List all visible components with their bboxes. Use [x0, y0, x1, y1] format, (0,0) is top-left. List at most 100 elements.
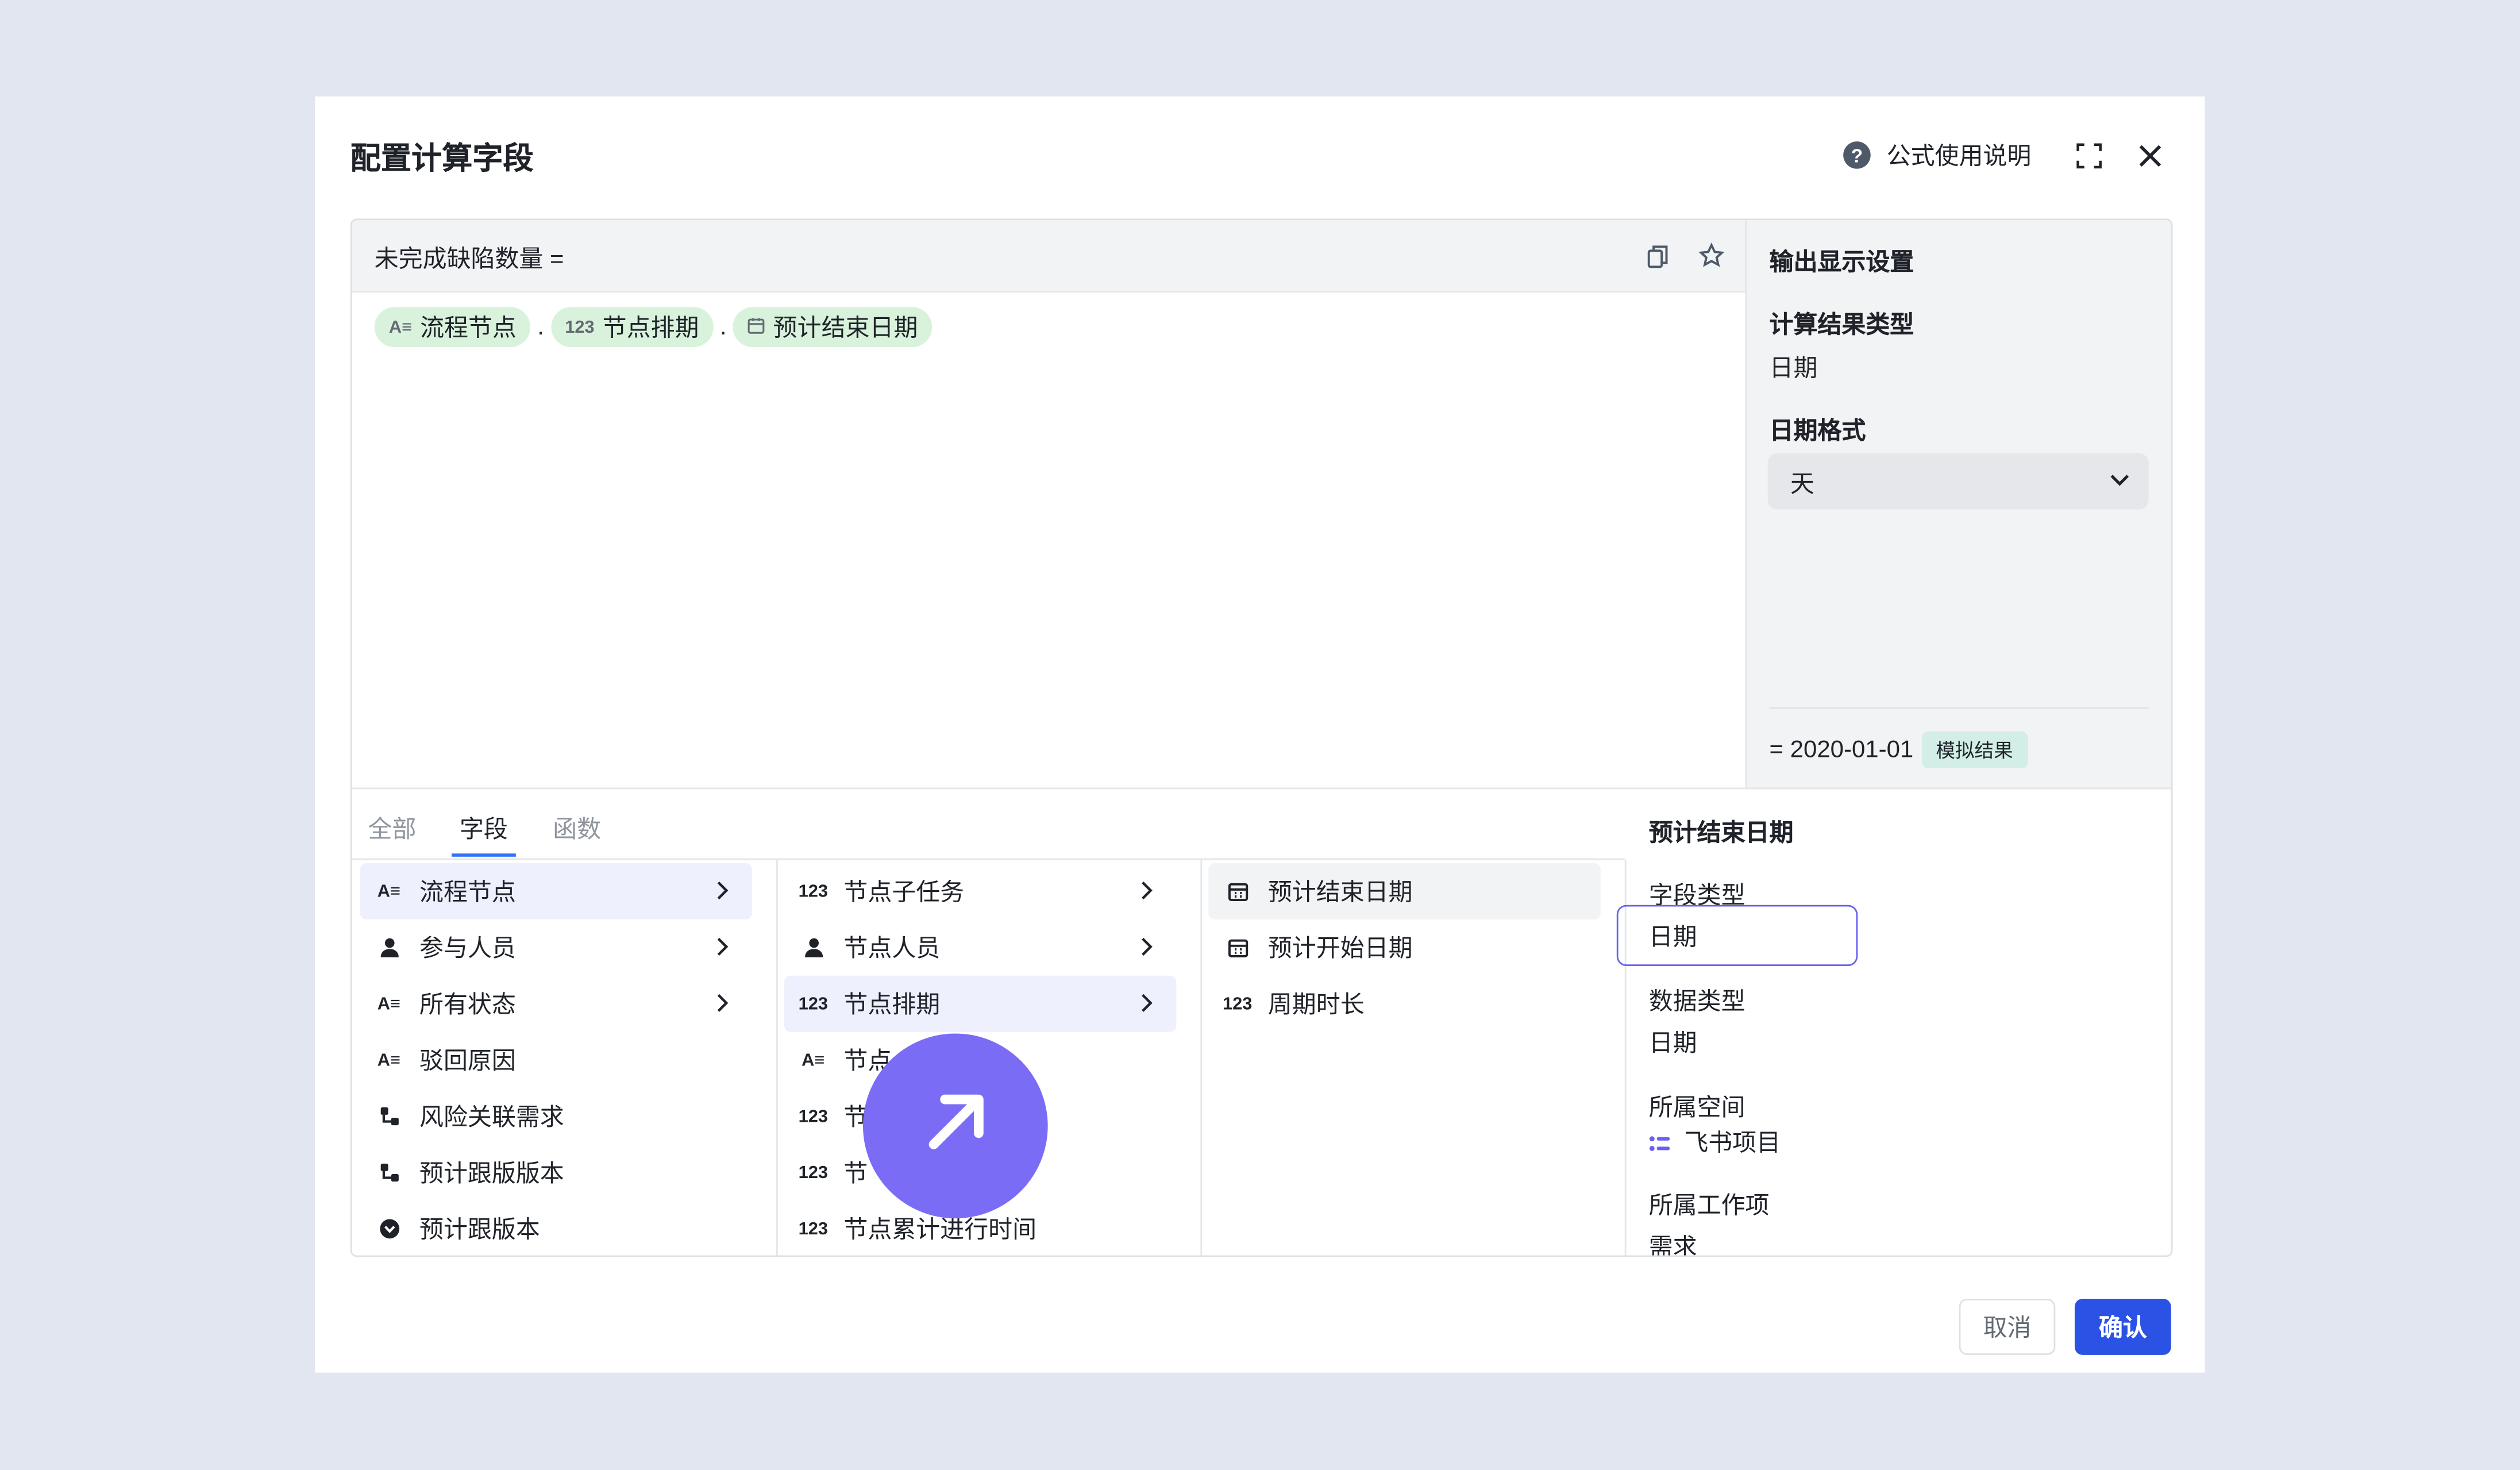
list-item[interactable]: 123 周期时长: [1208, 976, 1600, 1032]
person-icon: [800, 937, 826, 958]
field-column-3: 预计结束日期 预计开始日期 123 周期时长: [1200, 860, 1627, 1256]
date-format-select[interactable]: 天: [1767, 453, 2149, 510]
list-item-label: 预计结束日期: [1267, 879, 1413, 907]
space-value-row: 飞书项目: [1649, 1125, 1781, 1159]
chevron-right-icon: [1135, 936, 1157, 966]
list-item[interactable]: A≡ 所有状态: [360, 976, 752, 1032]
list-item-label: 风险关联需求: [419, 1104, 564, 1132]
result-type-value: 日期: [1769, 355, 1818, 383]
list-item[interactable]: 预计开始日期: [1208, 919, 1600, 976]
dialog-header-actions: ? 公式使用说明: [1843, 138, 2166, 172]
list-item-label: 所有状态: [419, 991, 516, 1019]
token-separator: .: [537, 313, 544, 341]
text-field-icon: A≡: [377, 1050, 400, 1070]
field-info-panel: 预计结束日期 字段类型 日期 数据类型 日期 所属空间 飞书项目 所属工作项 需…: [1616, 789, 2171, 1257]
list-item[interactable]: 参与人员: [360, 919, 752, 976]
work-item-value: 需求: [1648, 1234, 1697, 1257]
token-label: 预计结束日期: [773, 315, 918, 343]
date-format-label: 日期格式: [1769, 418, 1866, 445]
token-label: 节点排期: [602, 315, 699, 343]
field-type-value: 日期: [1648, 924, 1697, 952]
output-settings-title: 输出显示设置: [1769, 249, 1914, 277]
result-value: = 2020-01-01: [1769, 736, 1914, 764]
output-settings-panel: 输出显示设置 计算结果类型 日期 日期格式 天 = 2020-01-01 模拟结…: [1745, 220, 2171, 790]
list-item-label: 参与人员: [419, 935, 516, 963]
formula-name: 未完成缺陷数量 =: [374, 245, 564, 274]
chevron-right-icon: [1135, 992, 1157, 1022]
chevron-right-icon: [1135, 879, 1157, 910]
number-field-icon: 123: [798, 994, 828, 1014]
list-item[interactable]: 123 节点子任务: [784, 863, 1176, 919]
result-type-label: 计算结果类型: [1769, 311, 1914, 340]
simulated-result-badge: 模拟结果: [1921, 731, 2028, 768]
list-item[interactable]: 风险关联需求: [360, 1088, 752, 1145]
help-icon: ?: [1843, 141, 1871, 169]
text-field-icon: A≡: [377, 994, 400, 1014]
fullscreen-icon[interactable]: [2073, 139, 2105, 171]
data-type-value: 日期: [1648, 1030, 1697, 1058]
token-label: 流程节点: [420, 315, 517, 343]
copy-icon[interactable]: [1641, 240, 1673, 272]
formula-token[interactable]: 预计结束日期: [733, 307, 933, 348]
list-item[interactable]: 预计跟版本: [360, 1200, 752, 1255]
list-item[interactable]: A≡ 流程节点: [360, 863, 752, 919]
field-picker: 全部 字段 函数 A≡ 流程节点 参与人员 A≡ 所有状态 A≡ 驳回原因 风险…: [352, 787, 2171, 1257]
list-item-label: 驳回原因: [419, 1048, 516, 1076]
dialog-title: 配置计算字段: [350, 143, 534, 177]
work-item-label: 所属工作项: [1648, 1192, 1770, 1220]
list-item-label: 节: [843, 1160, 868, 1188]
formula-panel: 未完成缺陷数量 = A≡ 流程节点 . 123 节点排期 . 预计结束日期 输出…: [350, 218, 2173, 1257]
circle-down-icon: [376, 1218, 402, 1239]
person-icon: [376, 937, 402, 958]
chevron-right-icon: [710, 879, 733, 910]
calendar-icon: [747, 316, 765, 338]
space-label: 所属空间: [1648, 1094, 1745, 1122]
formula-help-link[interactable]: ? 公式使用说明: [1843, 138, 2031, 172]
formula-token[interactable]: 123 节点排期: [550, 307, 714, 348]
date-format-value: 天: [1790, 471, 1814, 499]
chevron-right-icon: [710, 936, 733, 966]
calendar-icon: [1224, 937, 1250, 958]
chevron-right-icon: [710, 992, 733, 1022]
chevron-down-icon: [2107, 466, 2133, 500]
list-item-label: 预计开始日期: [1267, 935, 1413, 963]
list-item-label: 节点人员: [843, 935, 941, 963]
data-type-label: 数据类型: [1648, 988, 1745, 1016]
list-item[interactable]: 节点人员: [784, 919, 1176, 976]
text-field-icon: A≡: [377, 882, 400, 901]
list-item-label: 周期时长: [1267, 991, 1365, 1019]
text-field-icon: A≡: [802, 1050, 825, 1070]
token-separator: .: [719, 313, 727, 341]
active-tab-indicator: [451, 853, 516, 857]
list-item[interactable]: 预计结束日期: [1208, 863, 1601, 919]
text-field-icon: A≡: [388, 317, 413, 337]
link-icon: [376, 1106, 402, 1126]
confirm-button[interactable]: 确认: [2074, 1298, 2171, 1355]
formula-token[interactable]: A≡ 流程节点: [374, 307, 531, 348]
close-icon[interactable]: [2134, 139, 2166, 171]
magic-format-icon[interactable]: [1696, 240, 1728, 272]
list-item-label: 预计跟版版本: [419, 1160, 564, 1188]
arrow-up-right-icon: [918, 1085, 992, 1167]
formula-expression[interactable]: A≡ 流程节点 . 123 节点排期 . 预计结束日期: [374, 307, 933, 348]
expand-arrow-button[interactable]: [862, 1033, 1048, 1219]
field-column-1: A≡ 流程节点 参与人员 A≡ 所有状态 A≡ 驳回原因 风险关联需求 预计跟版…: [352, 860, 778, 1256]
configure-calculated-field-dialog: 配置计算字段 ? 公式使用说明 未完成缺陷数量 = A≡ 流程节点 . 123 …: [315, 96, 2205, 1373]
tab-fields[interactable]: 字段: [460, 811, 508, 845]
list-item[interactable]: 预计跟版版本: [360, 1144, 752, 1200]
list-item[interactable]: 123 节点排期: [784, 975, 1177, 1032]
simulated-result: = 2020-01-01 模拟结果: [1769, 731, 2028, 768]
list-item-label: 流程节点: [419, 879, 516, 907]
list-item[interactable]: A≡ 驳回原因: [360, 1032, 752, 1088]
calendar-icon: [1224, 881, 1250, 902]
number-field-icon: 123: [798, 1106, 828, 1126]
field-picker-tabs: 全部 字段 函数: [352, 789, 1625, 860]
list-item-label: 节点子任务: [843, 879, 965, 907]
number-field-icon: 123: [1223, 994, 1253, 1014]
list-item-label: 节点排期: [843, 991, 941, 1019]
tab-functions[interactable]: 函数: [553, 811, 601, 845]
space-value: 飞书项目: [1684, 1130, 1781, 1157]
tab-all[interactable]: 全部: [368, 811, 417, 845]
divider: [1769, 707, 2149, 709]
cancel-button[interactable]: 取消: [1959, 1298, 2056, 1355]
